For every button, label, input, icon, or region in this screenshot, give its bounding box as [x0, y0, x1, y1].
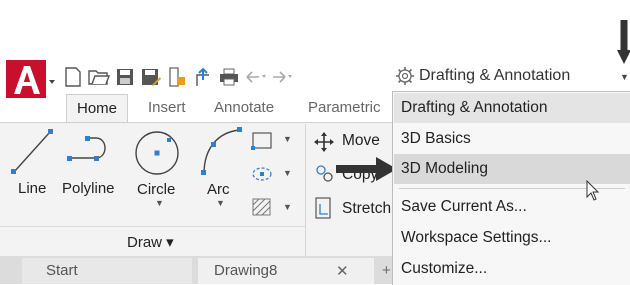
file-tab-start[interactable]: Start — [22, 258, 192, 284]
stretch-tool-label[interactable]: Stretch — [342, 200, 391, 218]
workspace-switcher[interactable]: Drafting & Annotation — [395, 62, 630, 90]
gear-icon — [396, 67, 414, 85]
tab-home[interactable]: Home — [66, 94, 129, 123]
save-as-icon[interactable] — [138, 65, 164, 89]
draw-panel-title[interactable]: Draw ▾ — [127, 233, 174, 251]
move-tool-label[interactable]: Move — [342, 132, 380, 150]
open-icon[interactable] — [86, 65, 112, 89]
circle-dropdown-icon[interactable]: ▼ — [155, 198, 164, 208]
file-tab-drawing-label: Drawing8 — [214, 262, 278, 279]
save-icon[interactable] — [112, 65, 138, 89]
tab-parametric[interactable]: Parametric — [308, 96, 381, 122]
circle-tool-label[interactable]: Circle — [137, 181, 175, 198]
workspace-option-3d-basics[interactable]: 3D Basics — [394, 124, 630, 154]
tab-annotate[interactable]: Annotate — [214, 96, 274, 122]
share-icon[interactable] — [190, 65, 216, 89]
print-icon[interactable] — [216, 65, 242, 89]
workspace-settings-item[interactable]: Workspace Settings... — [394, 223, 630, 253]
quick-access-toolbar — [60, 64, 294, 90]
rectangle-dropdown-icon[interactable]: ▼ — [283, 134, 292, 144]
workspace-option-drafting[interactable]: Drafting & Annotation — [394, 93, 630, 123]
plot-icon[interactable] — [164, 65, 190, 89]
workspace-dropdown-icon[interactable]: ▼ — [620, 72, 629, 82]
customize-item[interactable]: Customize... — [394, 254, 630, 284]
annotation-arrow-down-icon — [617, 20, 630, 64]
circle-icon[interactable] — [132, 128, 182, 178]
redo-icon[interactable] — [268, 65, 294, 89]
line-icon[interactable] — [8, 126, 58, 178]
panel-divider — [305, 124, 306, 256]
hatch-icon[interactable] — [250, 196, 274, 218]
workspace-current-label: Drafting & Annotation — [419, 67, 571, 84]
ellipse-icon[interactable] — [250, 164, 274, 184]
close-tab-icon[interactable]: ✕ — [336, 262, 349, 280]
new-icon[interactable] — [60, 65, 86, 89]
arc-icon[interactable] — [196, 124, 246, 180]
undo-icon[interactable] — [242, 65, 268, 89]
polyline-tool-label[interactable]: Polyline — [62, 180, 115, 197]
move-icon[interactable] — [314, 132, 334, 152]
mouse-cursor-icon — [586, 180, 600, 201]
stretch-icon[interactable] — [314, 196, 334, 220]
line-tool-label[interactable]: Line — [18, 180, 46, 197]
arc-tool-label[interactable]: Arc — [207, 181, 230, 198]
hatch-dropdown-icon[interactable]: ▼ — [283, 202, 292, 212]
polyline-icon[interactable] — [64, 130, 120, 170]
ellipse-dropdown-icon[interactable]: ▼ — [283, 168, 292, 178]
new-tab-icon[interactable]: + — [382, 262, 391, 279]
tab-insert[interactable]: Insert — [148, 96, 186, 122]
rectangle-icon[interactable] — [250, 130, 274, 152]
annotation-arrow-right-icon — [336, 157, 397, 181]
copy-icon[interactable] — [314, 164, 336, 184]
arc-dropdown-icon[interactable]: ▼ — [216, 198, 225, 208]
